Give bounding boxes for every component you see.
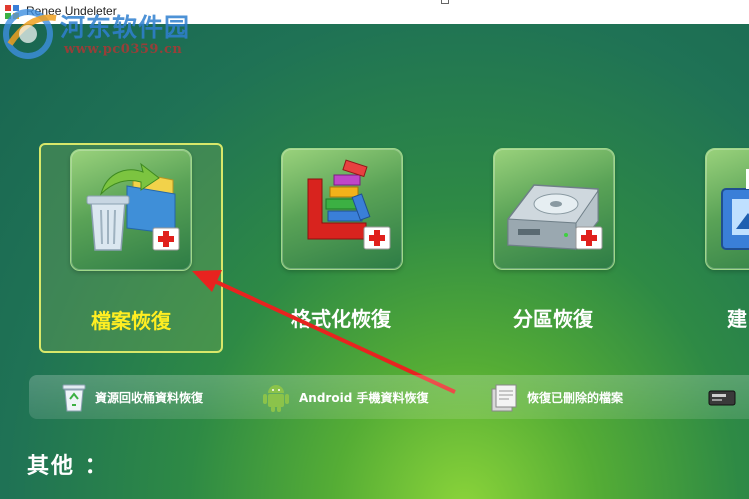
annotation-arrow	[192, 270, 456, 394]
app-window: Renee Undeleter 河东软件园 www.pc0359.cn 檔案恢復…	[0, 0, 749, 499]
recycle-bin-icon	[62, 384, 86, 412]
quick-action-label: 恢復已刪除的檔案	[527, 391, 624, 405]
android-icon	[263, 385, 289, 412]
quick-action-label: 資源回收桶資料恢復	[95, 391, 204, 405]
card-reader-icon	[708, 390, 736, 406]
other-section-title: 其他 ：	[27, 454, 109, 479]
quick-action-label: Android 手機資料恢復	[299, 391, 429, 405]
deleted-file-icon	[491, 384, 517, 412]
quick-action-bar: 資源回收桶資料恢復 Android 手機資料恢復 恢復已刪除的檔案	[29, 375, 749, 419]
